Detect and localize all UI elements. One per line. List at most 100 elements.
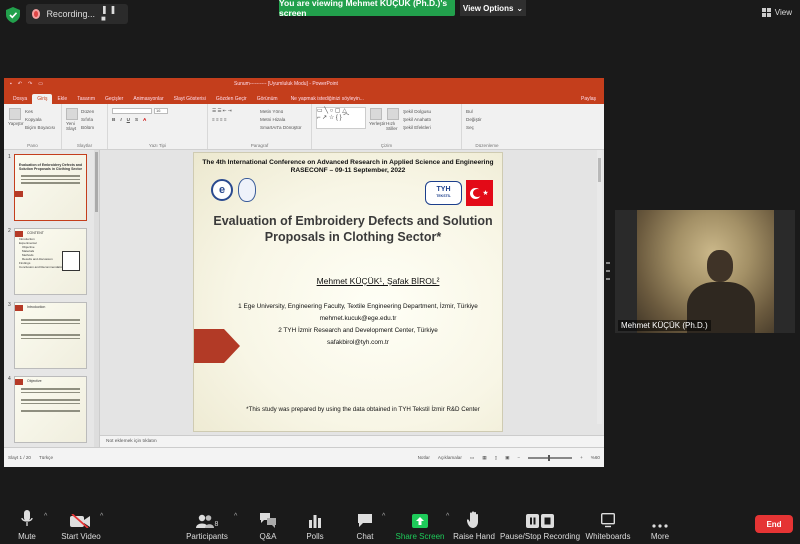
notes-button[interactable]: Notlar [418, 455, 430, 460]
tab-animasyonlar[interactable]: Animasyonlar [128, 94, 168, 104]
slide-scrollbar[interactable] [597, 150, 602, 424]
shape-outline-button[interactable]: Şekil Anahattı [403, 115, 431, 123]
shadow-icon[interactable]: S [135, 117, 138, 122]
pause-stop-recording-label: Pause/Stop Recording [499, 532, 581, 541]
zoom-in-icon[interactable]: + [580, 455, 583, 460]
paragraph-group: ☰ ☰ ⇤ ⇥ ≡ ≡ ≡ ≡ Metin Yönü Metni Hizala … [208, 104, 312, 149]
paste-icon[interactable] [9, 108, 21, 120]
copy-button[interactable]: Kopyala [25, 115, 55, 123]
thumb-title: Evaluation of Embroidery Defects and Sol… [18, 163, 83, 171]
participants-button[interactable]: 8 Participants [186, 500, 228, 544]
font-color-icon[interactable]: A [143, 117, 146, 122]
quick-styles-icon[interactable] [387, 108, 399, 120]
notes-pane[interactable]: Not eklemek için tıklatın [100, 435, 604, 447]
arrange-icon[interactable] [370, 108, 382, 120]
mute-button[interactable]: Mute [14, 500, 40, 544]
italic-icon[interactable]: I [120, 117, 121, 122]
select-button[interactable]: Seç [466, 123, 508, 131]
slide-thumbnail-4[interactable]: Objective [14, 376, 87, 443]
slide-footnote: *This study was prepared by using the da… [246, 406, 480, 413]
find-button[interactable]: Bul [466, 107, 508, 115]
slide-thumbnail-2[interactable]: CONTENT Introduction Experimental Object… [14, 228, 87, 295]
video-options-caret[interactable]: ^ [100, 513, 103, 520]
view-options-label: View Options [462, 3, 514, 13]
ppt-window-title: Sunum---------- [Uyumluluk Modu] - Power… [234, 81, 338, 87]
shapes-gallery[interactable]: ▭ ╲ ○ ▢ △ ⌐ ↗ ☆ { } ⌒ [316, 107, 366, 129]
view-options-button[interactable]: View Options ⌄ [460, 0, 526, 16]
view-button[interactable]: View [761, 8, 792, 17]
chat-button[interactable]: Chat [352, 500, 378, 544]
qa-button[interactable]: Q&A [256, 500, 280, 544]
section-button[interactable]: Bölüm [81, 123, 94, 131]
end-meeting-button[interactable]: End [755, 515, 793, 533]
polls-button[interactable]: Polls [303, 500, 327, 544]
underline-icon[interactable]: U [127, 117, 130, 122]
smartart-button[interactable]: SmartArt'a Dönüştür [260, 123, 301, 131]
share-options-caret[interactable]: ^ [446, 513, 449, 520]
undo-icon[interactable]: ↶ [18, 81, 22, 87]
present-icon[interactable]: ▭ [38, 81, 43, 87]
tab-dosya[interactable]: Dosya [8, 94, 32, 104]
recording-label: Recording... [46, 9, 95, 19]
align-icons[interactable]: ≡ ≡ ≡ ≡ [212, 115, 256, 123]
tell-me-search[interactable]: Ne yapmak istediğinizi söyleyin... [289, 94, 366, 104]
tab-giris[interactable]: Giriş [32, 94, 53, 104]
language-indicator[interactable]: Türkçe [39, 455, 53, 460]
font-group-label: Yazı Tipi [148, 143, 167, 148]
mute-options-caret[interactable]: ^ [44, 513, 47, 520]
tab-tasarim[interactable]: Tasarım [72, 94, 100, 104]
shape-fill-button[interactable]: Şekil Dolgusu [403, 107, 431, 115]
cut-button[interactable]: Kes [25, 107, 55, 115]
slide-title: Evaluation of Embroidery Defects and Sol… [213, 214, 493, 244]
bullets-icon[interactable]: ☰ ☰ ⇤ ⇥ [212, 107, 256, 115]
zoom-out-icon[interactable]: − [517, 455, 520, 460]
tab-gorunum[interactable]: Görünüm [252, 94, 283, 104]
start-video-button[interactable]: Start Video [60, 500, 102, 544]
zoom-level[interactable]: %60 [591, 455, 600, 460]
pause-stop-recording-button[interactable]: Pause/Stop Recording [500, 500, 580, 544]
share-button[interactable]: Paylaş [573, 94, 604, 104]
whiteboards-label: Whiteboards [585, 532, 631, 541]
affiliation-2: 2 TYH İzmir Research and Development Cen… [278, 327, 438, 334]
chat-options-caret[interactable]: ^ [382, 513, 385, 520]
comments-button[interactable]: Açıklamalar [438, 455, 462, 460]
participants-options-caret[interactable]: ^ [234, 513, 237, 520]
replace-button[interactable]: Değiştir [466, 115, 508, 123]
font-name-box[interactable] [112, 108, 152, 114]
normal-view-icon[interactable]: ▭ [470, 455, 474, 461]
slide-thumbnail-1[interactable]: Evaluation of Embroidery Defects and Sol… [14, 154, 87, 221]
redo-icon[interactable]: ↷ [28, 81, 32, 87]
slide-thumbnail-3[interactable]: Introduction [14, 302, 87, 369]
reset-button[interactable]: Sıfırla [81, 115, 94, 123]
share-screen-button[interactable]: Share Screen [396, 500, 444, 544]
recording-pause-stop-controls[interactable]: ❚❚ ■ [101, 5, 122, 23]
new-slide-icon[interactable] [66, 108, 78, 120]
format-painter-button[interactable]: Biçim Boyacısı [25, 123, 55, 131]
participant-video-tile[interactable]: Mehmet KÜÇÜK (Ph.D.) [615, 210, 795, 333]
sorter-view-icon[interactable]: ▦ [482, 455, 486, 461]
tab-slayt-gosterisi[interactable]: Slayt Gösterisi [169, 94, 211, 104]
participant-count: 8 [214, 521, 219, 528]
layout-button[interactable]: Düzen [81, 107, 94, 115]
slideshow-view-icon[interactable]: ▣ [505, 455, 509, 461]
thumbnail-scrollbar[interactable] [94, 150, 99, 447]
slide-authors: Mehmet KÜÇÜK¹, Şafak BİROL² [316, 276, 440, 286]
shape-effects-button[interactable]: Şekil Efektleri [403, 123, 431, 131]
save-icon[interactable]: ▪ [10, 81, 12, 87]
tab-gozden-gecir[interactable]: Gözden Geçir [211, 94, 252, 104]
bold-icon[interactable]: B [112, 117, 115, 122]
reading-view-icon[interactable]: ▯ [495, 455, 498, 461]
raise-hand-button[interactable]: Raise Hand [453, 500, 495, 544]
align-text-button[interactable]: Metni Hizala [260, 115, 301, 123]
zoom-slider[interactable] [528, 454, 573, 461]
tab-ekle[interactable]: Ekle [52, 94, 72, 104]
whiteboards-button[interactable]: Whiteboards [585, 500, 631, 544]
thumb-number: 4 [8, 376, 11, 382]
splitter-handle[interactable] [606, 262, 610, 280]
email-1: mehmet.kucuk@ege.edu.tr [319, 315, 397, 322]
more-button[interactable]: More [647, 500, 673, 544]
text-direction-button[interactable]: Metin Yönü [260, 107, 301, 115]
recording-indicator[interactable]: Recording... ❚❚ ■ [26, 4, 128, 24]
tab-gecisler[interactable]: Geçişler [100, 94, 128, 104]
font-size-box[interactable]: 16 [154, 108, 168, 114]
